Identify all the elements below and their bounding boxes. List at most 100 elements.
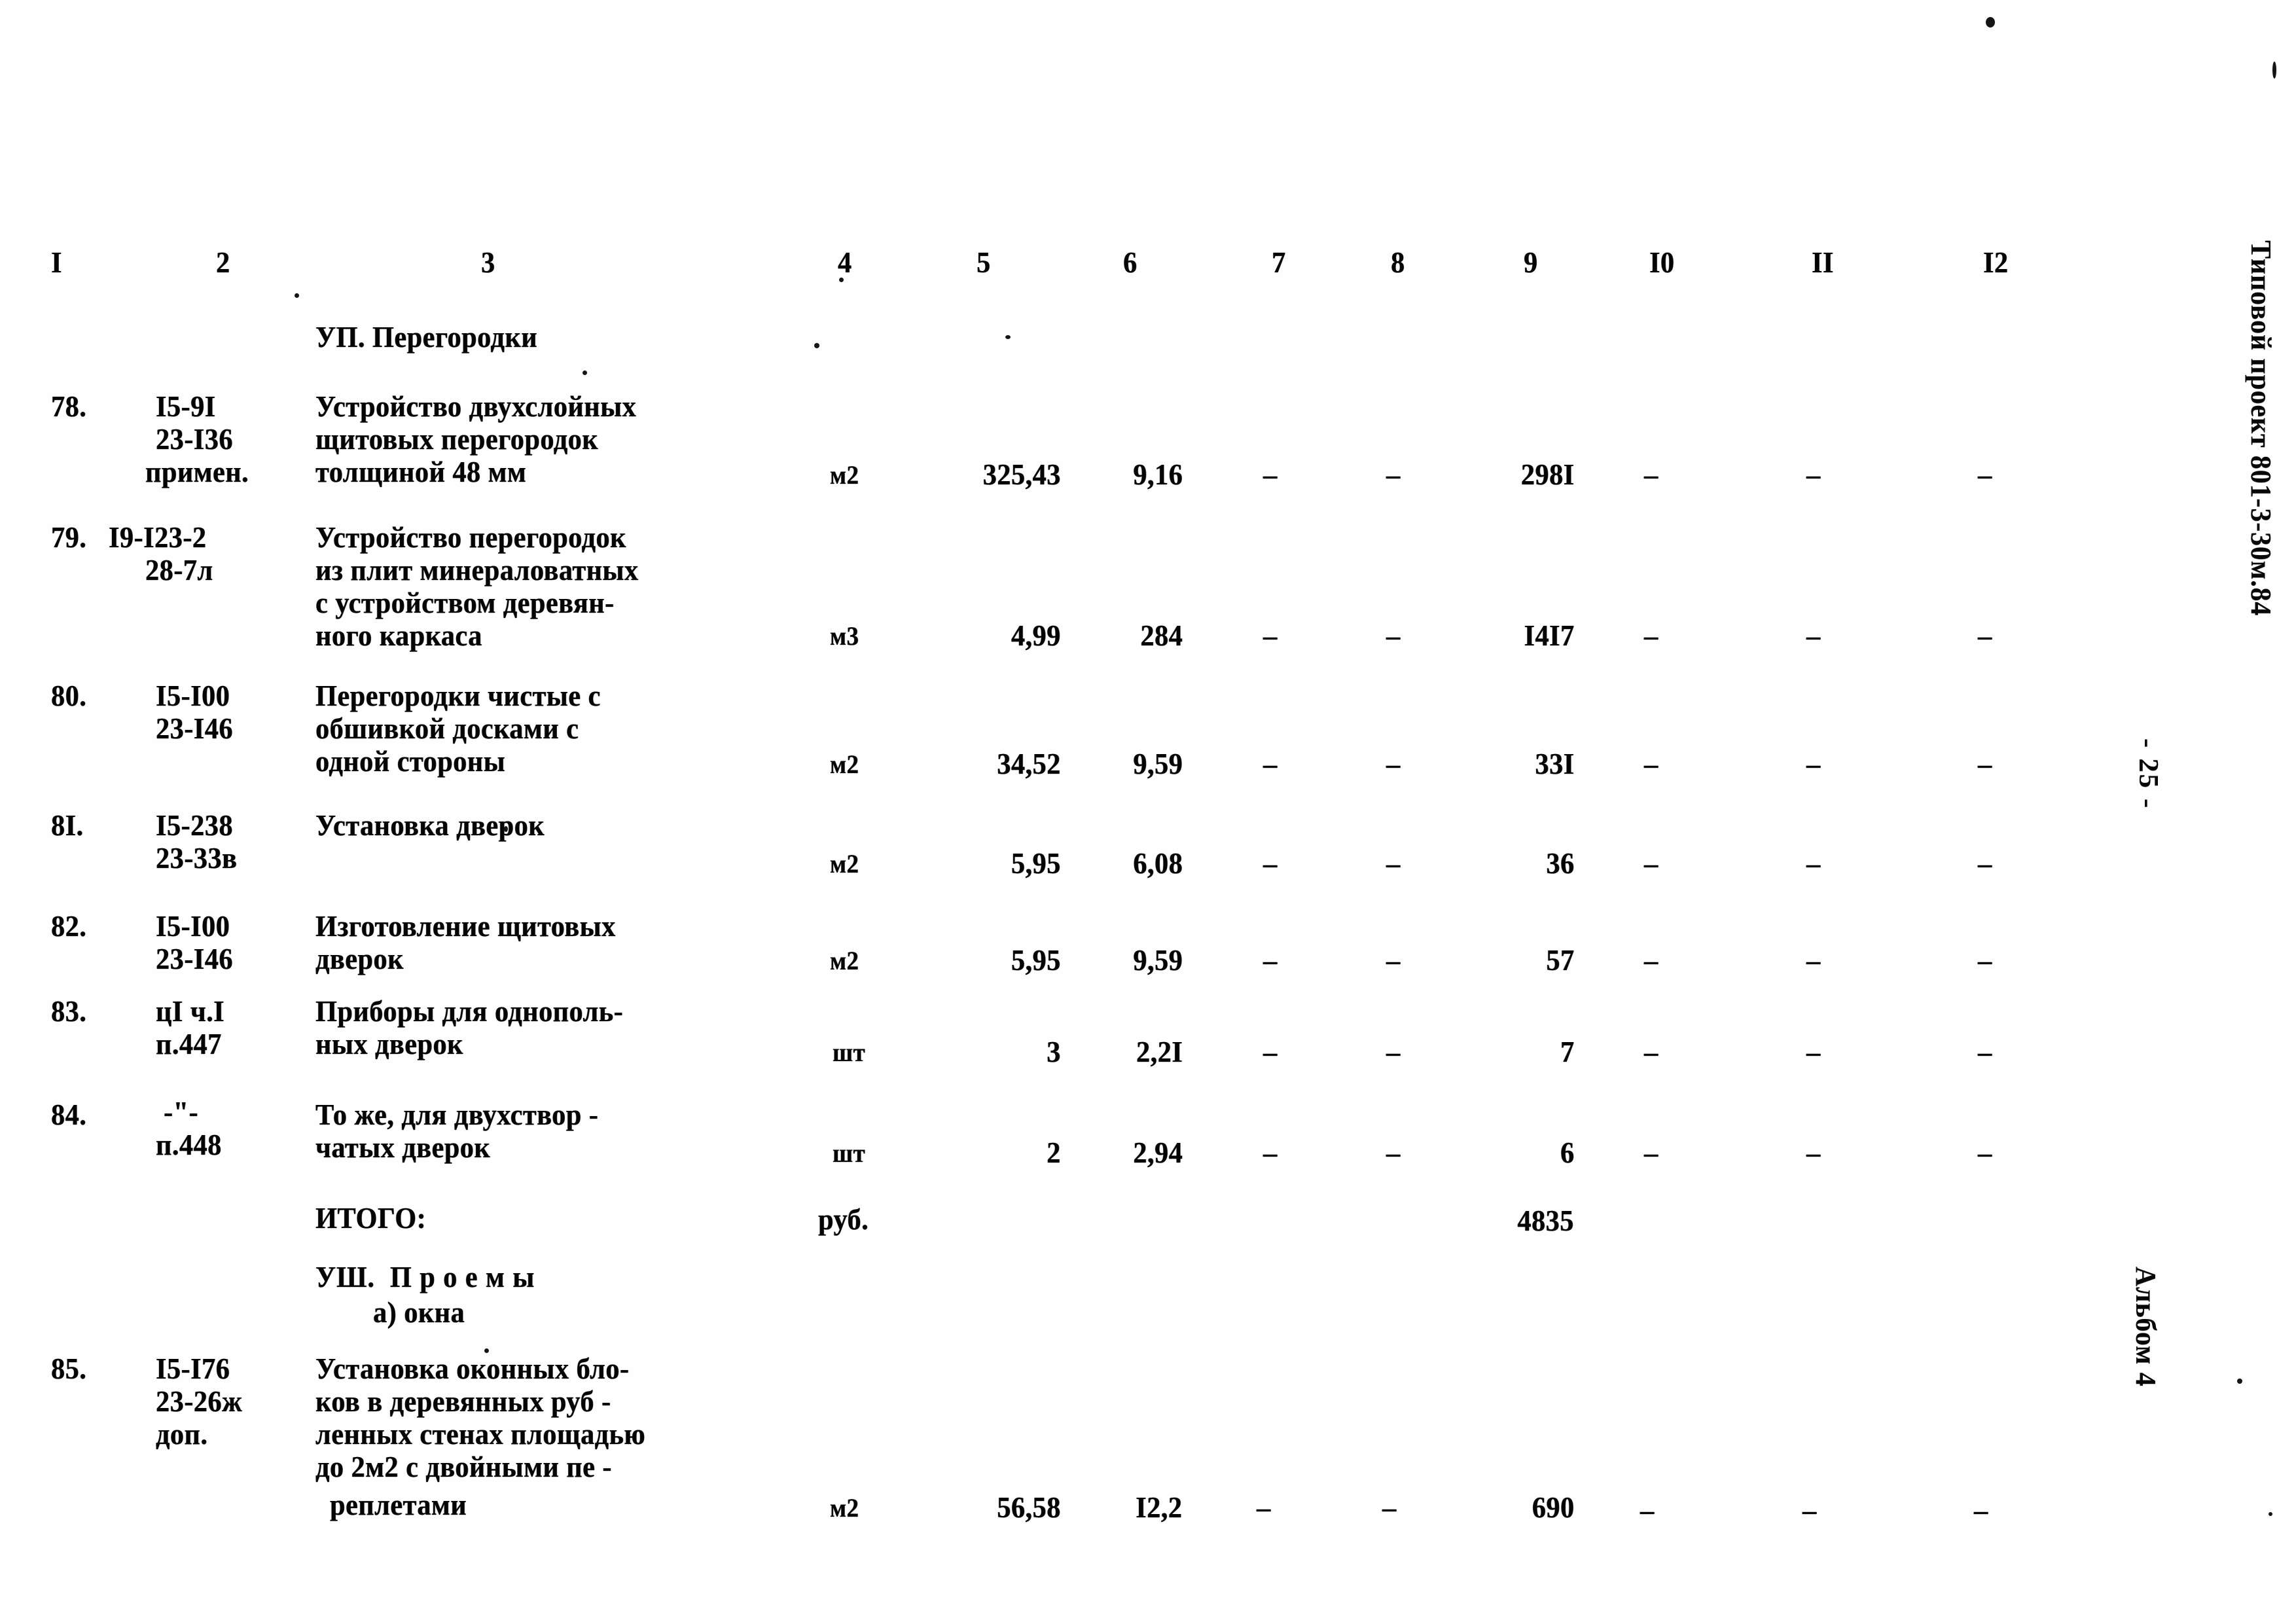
row-col11: – <box>1803 1493 1817 1526</box>
column-header-11: II <box>1812 245 1834 279</box>
row-description-line: Установка дверок <box>315 808 545 842</box>
row-col7: – <box>1263 458 1278 491</box>
row-code-line: п.448 <box>156 1128 222 1161</box>
row-code-line: I5-I00 <box>156 909 230 943</box>
row-col11: – <box>1806 943 1821 977</box>
row-unit: м3 <box>830 621 859 651</box>
row-code-line: 28-7л <box>145 553 213 586</box>
row-code-line: примен. <box>145 455 249 488</box>
row-number: 79. <box>51 520 87 554</box>
row-col10: – <box>1644 846 1659 880</box>
row-code-line: п.447 <box>156 1027 222 1060</box>
column-header-3: 3 <box>481 245 495 279</box>
row-quantity: 325,43 <box>982 458 1061 491</box>
scan-speck <box>583 370 587 375</box>
scan-speck <box>295 293 299 298</box>
row-description-line: ленных стенах площадью <box>315 1417 646 1451</box>
row-description-line: щитовых перегородок <box>315 422 599 456</box>
row-sum: 6 <box>1560 1136 1575 1169</box>
row-unit: шт <box>833 1038 866 1067</box>
row-sum: 57 <box>1546 943 1575 977</box>
row-unit: м2 <box>830 749 859 779</box>
row-price: 2,2I <box>1136 1035 1183 1068</box>
row-price: 284 <box>1140 619 1183 652</box>
row-col8: – <box>1386 747 1401 780</box>
row-col7: – <box>1263 747 1278 780</box>
row-description-line: Установка оконных бло- <box>315 1352 630 1385</box>
row-description-line: толщиной 48 мм <box>315 455 527 488</box>
row-col12: – <box>1978 458 1992 491</box>
row-description-line: дверок <box>315 942 404 975</box>
row-col11: – <box>1806 747 1821 780</box>
row-price: 2,94 <box>1133 1136 1183 1169</box>
row-description-line: То же, для двухствор - <box>315 1098 599 1131</box>
row-description-line: Приборы для однополь- <box>315 994 624 1028</box>
row-sum: 7 <box>1560 1035 1575 1068</box>
row-col7: – <box>1257 1490 1271 1524</box>
row-col8: – <box>1386 846 1401 880</box>
row-sum: 36 <box>1546 846 1575 880</box>
row-sum: 33I <box>1535 747 1575 780</box>
row-number: 83. <box>51 994 87 1028</box>
row-description-line: ных дверок <box>315 1027 463 1060</box>
row-col11: – <box>1806 1136 1821 1169</box>
row-col11: – <box>1806 846 1821 880</box>
row-code-line: I5-9I <box>156 389 216 423</box>
row-col12: – <box>1978 1136 1992 1169</box>
row-col7: – <box>1263 846 1278 880</box>
row-code-line: доп. <box>156 1417 208 1451</box>
row-quantity: 56,58 <box>997 1490 1061 1524</box>
row-col8: – <box>1382 1490 1397 1524</box>
row-col12: – <box>1974 1493 1988 1526</box>
row-col8: – <box>1386 1136 1401 1169</box>
column-header-10: I0 <box>1649 245 1675 279</box>
total-unit: руб. <box>818 1202 869 1236</box>
page-number-text: - 25 - <box>2133 738 2163 810</box>
row-col8: – <box>1386 1035 1401 1068</box>
column-header-7: 7 <box>1272 245 1286 279</box>
row-description-line: Устройство двухслойных <box>315 389 637 423</box>
row-code-line: цI ч.I <box>156 994 225 1028</box>
total-value: 4835 <box>1517 1204 1574 1237</box>
row-col11: – <box>1806 458 1821 491</box>
section-subheading-windows: а) окна <box>373 1295 465 1329</box>
scan-speck <box>504 826 508 832</box>
row-description-line: Изготовление щитовых <box>315 909 616 943</box>
row-description-line: с устройством деревян- <box>315 586 615 619</box>
scan-speck <box>1005 335 1011 339</box>
row-number: 85. <box>51 1352 87 1385</box>
row-unit: м2 <box>830 946 859 975</box>
row-price: 9,59 <box>1133 943 1183 977</box>
column-header-1: I <box>51 245 62 279</box>
row-quantity: 2 <box>1047 1136 1061 1169</box>
scan-speck <box>1986 17 1995 27</box>
row-col10: – <box>1644 458 1659 491</box>
row-code-line: 23-I36 <box>156 422 233 456</box>
row-col10: – <box>1644 1136 1659 1169</box>
row-col7: – <box>1263 943 1278 977</box>
row-code-line: 23-I46 <box>156 942 233 975</box>
page-number-vertical: - 25 - <box>2132 738 2164 810</box>
row-description-line: Устройство перегородок <box>315 520 626 554</box>
row-code-line: I5-238 <box>156 808 233 842</box>
row-number: 82. <box>51 909 87 943</box>
row-unit: м2 <box>830 849 859 878</box>
row-price: 6,08 <box>1133 846 1183 880</box>
column-header-5: 5 <box>977 245 991 279</box>
row-col7: – <box>1263 1136 1278 1169</box>
row-quantity: 5,95 <box>1011 846 1061 880</box>
scan-speck <box>2269 1512 2272 1516</box>
row-number: 80. <box>51 679 87 712</box>
row-col8: – <box>1386 458 1401 491</box>
row-unit: м2 <box>830 460 859 490</box>
row-code-line: -"- <box>164 1095 199 1128</box>
row-code-line: I5-I76 <box>156 1352 230 1385</box>
column-header-2: 2 <box>216 245 230 279</box>
row-col12: – <box>1978 943 1992 977</box>
row-col11: – <box>1806 1035 1821 1068</box>
row-quantity: 5,95 <box>1011 943 1061 977</box>
row-quantity: 3 <box>1047 1035 1061 1068</box>
section-heading-openings: УШ. П р о е м ы <box>315 1260 535 1293</box>
row-description-line: до 2м2 с двойными пе - <box>315 1450 612 1483</box>
row-number: 84. <box>51 1098 87 1131</box>
